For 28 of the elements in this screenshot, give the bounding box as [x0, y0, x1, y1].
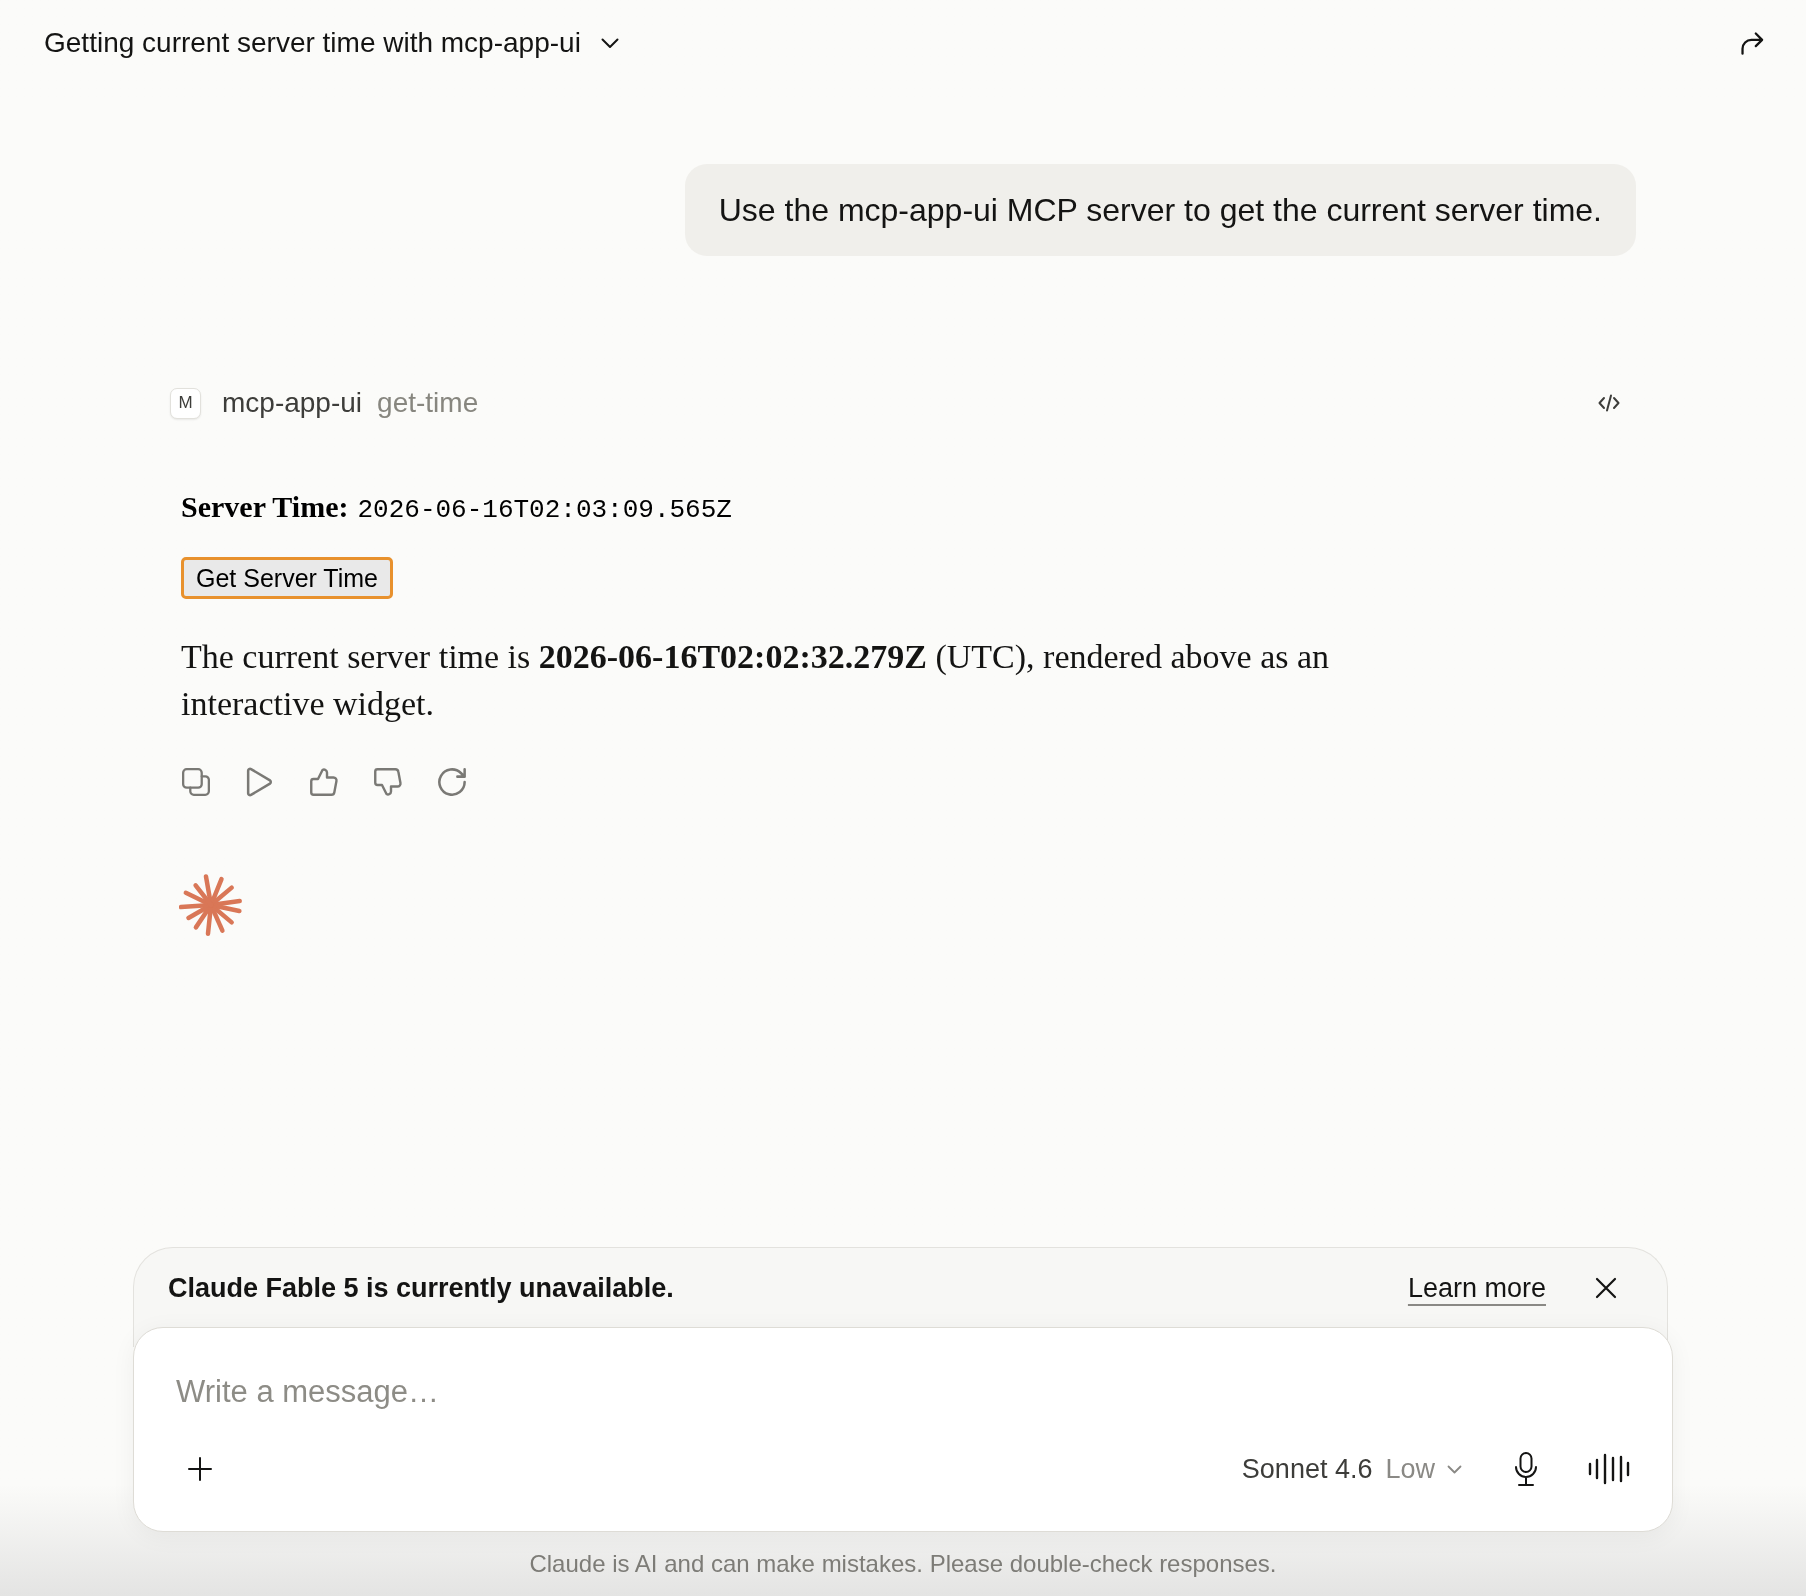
play-icon[interactable] [245, 767, 275, 797]
retry-icon[interactable] [437, 767, 467, 797]
response-text: The current server time is 2026-06-16T02:02:32.279Z (UTC), rendered above as an interactive widget. [181, 637, 1331, 724]
model-selector[interactable]: Sonnet 4.6 Low [1241, 1452, 1462, 1486]
tool-name: get-time [377, 386, 479, 420]
thumbs-down-icon[interactable] [373, 767, 403, 797]
chevron-down-icon [1447, 1464, 1462, 1474]
disclaimer-text: Claude is AI and can make mistakes. Please double-check responses. [529, 1549, 1277, 1579]
thumbs-up-icon[interactable] [309, 767, 339, 797]
notice-text: Claude Fable 5 is currently unavailable. [168, 1272, 674, 1305]
starburst-icon [179, 872, 243, 938]
conversation-title-menu[interactable]: Getting current server time with mcp-app-ui [44, 25, 619, 61]
waveform-icon[interactable] [1588, 1453, 1630, 1485]
server-time-value: 2026-06-16T02:03:09.565Z [357, 494, 732, 527]
share-icon[interactable] [1740, 31, 1764, 55]
chevron-down-icon [600, 37, 619, 49]
server-time-label: Server Time: [181, 489, 349, 525]
code-icon[interactable] [1598, 394, 1620, 412]
server-name: mcp-app-ui [222, 386, 363, 420]
user-message: Use the mcp-app-ui MCP server to get the current server time. [684, 164, 1636, 256]
message-input[interactable]: Write a message… [176, 1372, 1630, 1412]
learn-more-link[interactable]: Learn more [1407, 1271, 1546, 1305]
get-server-time-button[interactable]: Get Server Time [181, 557, 393, 599]
server-initial: M [170, 387, 201, 419]
close-icon[interactable] [1595, 1277, 1617, 1299]
copy-icon[interactable] [181, 767, 211, 797]
plus-icon[interactable] [188, 1457, 212, 1481]
microphone-icon[interactable] [1514, 1452, 1538, 1486]
